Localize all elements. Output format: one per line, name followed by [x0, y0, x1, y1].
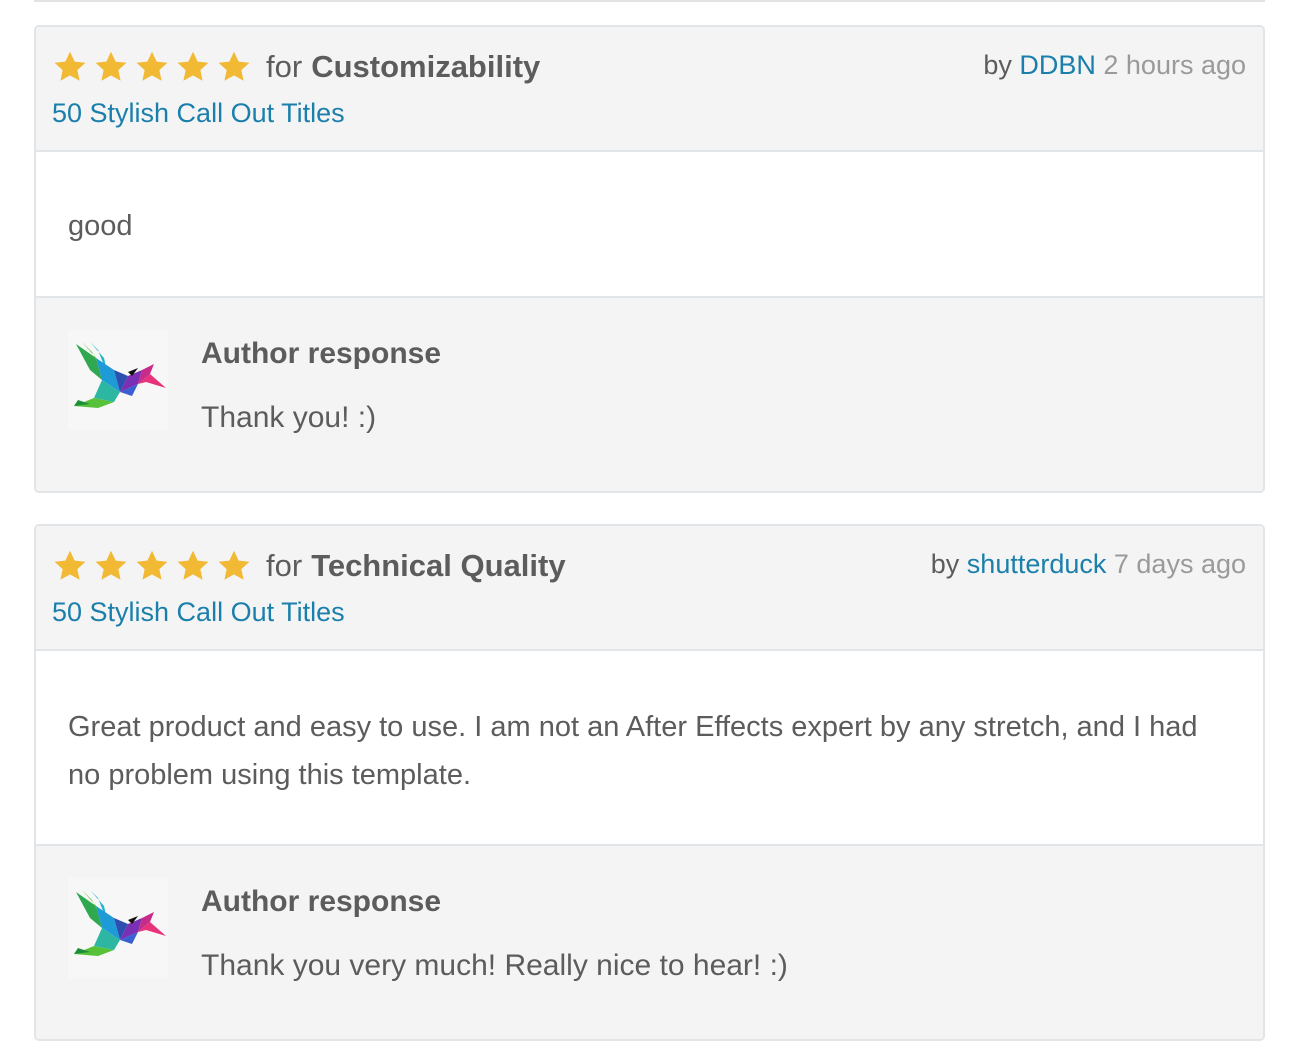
star-icon — [177, 550, 209, 580]
star-icon — [177, 51, 209, 81]
for-label: for — [266, 548, 303, 583]
rating-line: for Technical Quality — [52, 548, 566, 584]
star-icon — [218, 550, 250, 580]
rating-line: for Customizability — [52, 49, 540, 85]
response-text: Thank you very much! Really nice to hear… — [201, 949, 788, 982]
item-link[interactable]: 50 Stylish Call Out Titles — [52, 97, 345, 129]
star-icon — [54, 51, 86, 81]
star-icon — [136, 51, 168, 81]
timestamp: 7 days ago — [1113, 549, 1246, 579]
for-label: for — [266, 49, 303, 84]
review-card: for Technical Quality 50 Stylish Call Ou… — [34, 524, 1265, 1041]
rating-category: Technical Quality — [311, 548, 566, 583]
username-link[interactable]: shutterduck — [967, 549, 1107, 579]
review-header: for Customizability 50 Stylish Call Out … — [36, 27, 1263, 152]
review-card: for Customizability 50 Stylish Call Out … — [34, 25, 1265, 493]
star-icon — [95, 51, 127, 81]
response-title: Author response — [201, 885, 442, 918]
star-icon — [54, 550, 86, 580]
review-header: for Technical Quality 50 Stylish Call Ou… — [36, 526, 1263, 651]
top-divider — [34, 0, 1265, 2]
star-icon — [95, 550, 127, 580]
star-rating — [52, 548, 252, 584]
rating-category: Customizability — [311, 49, 541, 84]
username-link[interactable]: DDBN — [1019, 50, 1096, 80]
star-icon — [218, 51, 250, 81]
review-meta: by shutterduck 7 days ago — [931, 548, 1246, 580]
star-icon — [136, 550, 168, 580]
hummingbird-logo-icon — [74, 890, 166, 956]
hummingbird-logo-icon — [74, 342, 166, 408]
author-response: Author response Thank you very much! Rea… — [36, 846, 1263, 1039]
item-link[interactable]: 50 Stylish Call Out Titles — [52, 596, 345, 628]
author-response: Author response Thank you! :) — [36, 298, 1263, 491]
review-body: good — [36, 152, 1263, 298]
timestamp: 2 hours ago — [1103, 50, 1246, 80]
response-title: Author response — [201, 337, 442, 370]
by-label: by — [930, 549, 960, 579]
response-text: Thank you! :) — [201, 401, 377, 434]
author-avatar — [68, 330, 168, 430]
review-meta: by DDBN 2 hours ago — [983, 49, 1246, 81]
author-avatar — [68, 878, 168, 978]
review-body: Great product and easy to use. I am not … — [36, 651, 1263, 846]
by-label: by — [983, 50, 1012, 80]
star-rating — [52, 49, 252, 85]
